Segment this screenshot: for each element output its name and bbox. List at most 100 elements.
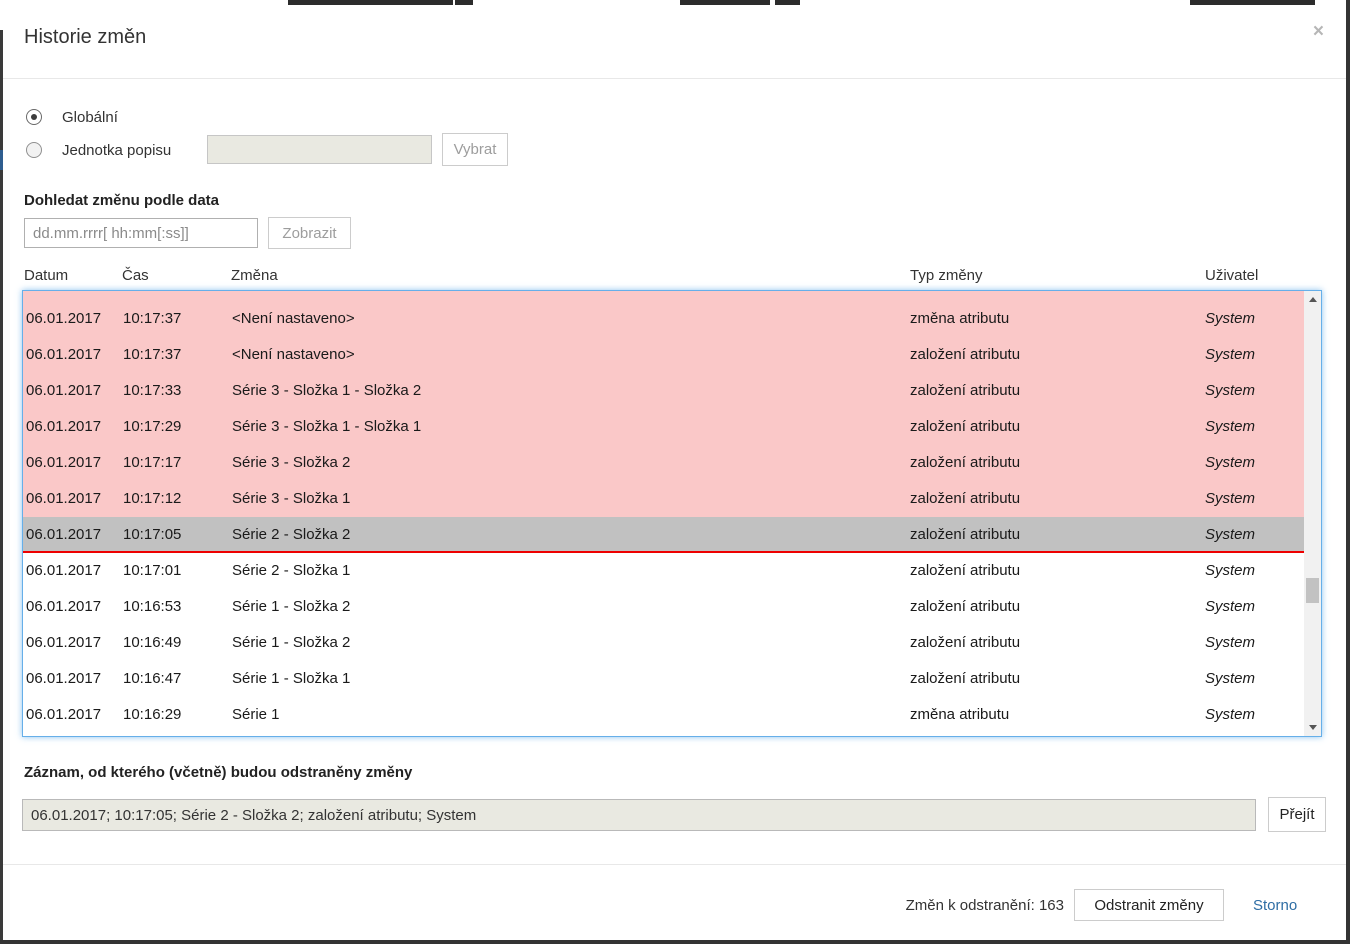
row-type: založení atributu — [910, 481, 1020, 517]
row-time: 10:17:12 — [123, 481, 181, 517]
row-change: Série 3 - Složka 2 — [232, 445, 350, 481]
row-change: Série 1 - Složka 2 — [232, 589, 350, 625]
background-top-fragment — [680, 0, 770, 5]
row-type: založení atributu — [910, 409, 1020, 445]
column-header-time: Čas — [122, 267, 149, 284]
row-date: 06.01.2017 — [26, 553, 101, 589]
row-change: Série 3 - Složka 1 — [232, 481, 350, 517]
row-time: 10:16:47 — [123, 661, 181, 697]
row-user: System — [1205, 589, 1255, 625]
scroll-up-button[interactable] — [1304, 291, 1321, 308]
row-user: System — [1205, 661, 1255, 697]
removal-record-input[interactable] — [22, 799, 1256, 831]
row-user: System — [1205, 553, 1255, 589]
show-button[interactable]: Zobrazit — [268, 217, 351, 249]
table-row[interactable]: 06.01.2017 10:16:47 Série 1 - Složka 1 z… — [23, 661, 1304, 697]
close-icon[interactable]: × — [1313, 22, 1324, 41]
row-user: System — [1205, 481, 1255, 517]
row-time: 10:16:53 — [123, 589, 181, 625]
row-time: 10:17:33 — [123, 373, 181, 409]
row-change: <Není nastaveno> — [232, 301, 355, 337]
scrollbar-thumb[interactable] — [1306, 578, 1319, 603]
changes-count-label: Změn k odstranění: — [906, 897, 1035, 914]
row-time: 10:17:37 — [123, 301, 181, 337]
row-date: 06.01.2017 — [26, 301, 101, 337]
background-top-fragment — [1190, 0, 1315, 5]
table-row[interactable]: 06.01.2017 10:17:37 <Není nastaveno> zal… — [23, 337, 1304, 373]
row-user: System — [1205, 697, 1255, 733]
history-dialog: Historie změn × Globální Jednotka popisu… — [0, 0, 1350, 944]
changes-count: Změn k odstranění: 163 — [906, 897, 1064, 914]
row-date: 06.01.2017 — [26, 481, 101, 517]
column-header-date: Datum — [24, 267, 68, 284]
radio-global[interactable]: Globální — [26, 108, 118, 126]
row-change: Série 3 - Složka 1 - Složka 1 — [232, 409, 421, 445]
background-top-fragment — [288, 0, 453, 5]
table-row[interactable]: 06.01.2017 10:17:33 Série 3 - Složka 1 -… — [23, 373, 1304, 409]
table-row[interactable]: 06.01.2017 10:17:29 Série 3 - Složka 1 -… — [23, 409, 1304, 445]
column-header-change: Změna — [231, 267, 278, 284]
table-row[interactable]: 06.01.2017 10:17:05 Série 2 - Složka 2 z… — [23, 517, 1304, 553]
row-type: založení atributu — [910, 445, 1020, 481]
radio-unit-circle[interactable] — [26, 142, 42, 158]
footer-divider — [0, 864, 1346, 865]
row-user: System — [1205, 409, 1255, 445]
row-time: 10:17:29 — [123, 409, 181, 445]
scroll-down-button[interactable] — [1304, 719, 1321, 736]
row-date: 06.01.2017 — [26, 625, 101, 661]
row-date: 06.01.2017 — [26, 409, 101, 445]
select-unit-button[interactable]: Vybrat — [442, 133, 508, 166]
table-row[interactable]: 06.01.2017 10:17:17 Série 3 - Složka 2 z… — [23, 445, 1304, 481]
row-user: System — [1205, 337, 1255, 373]
row-change: Série 1 — [232, 697, 280, 733]
row-user: System — [1205, 445, 1255, 481]
scroll-up-icon — [1309, 297, 1317, 302]
row-type: založení atributu — [910, 373, 1020, 409]
row-type: změna atributu — [910, 697, 1009, 733]
table-row[interactable]: 06.01.2017 10:17:12 Série 3 - Složka 1 z… — [23, 481, 1304, 517]
row-date: 06.01.2017 — [26, 445, 101, 481]
row-date: 06.01.2017 — [26, 697, 101, 733]
row-time: 10:17:05 — [123, 517, 181, 553]
removal-label: Záznam, od kterého (včetně) budou odstra… — [24, 764, 412, 781]
table-row[interactable]: 06.01.2017 10:16:49 Série 1 - Složka 2 z… — [23, 625, 1304, 661]
row-change: Série 2 - Složka 1 — [232, 553, 350, 589]
table-row[interactable]: 06.01.2017 10:17:01 Série 2 - Složka 1 z… — [23, 553, 1304, 589]
row-user: System — [1205, 301, 1255, 337]
table-row[interactable]: 06.01.2017 10:16:53 Série 1 - Složka 2 z… — [23, 589, 1304, 625]
row-change: <Není nastaveno> — [232, 337, 355, 373]
date-search-input[interactable] — [24, 218, 258, 248]
page-title: Historie změn — [24, 26, 146, 49]
row-time: 10:16:29 — [123, 697, 181, 733]
header-divider — [0, 78, 1350, 79]
go-to-button[interactable]: Přejít — [1268, 797, 1326, 832]
background-top-fragment — [775, 0, 800, 5]
row-time: 10:17:37 — [123, 337, 181, 373]
row-user: System — [1205, 625, 1255, 661]
partial-row — [23, 291, 1304, 301]
background-edge-bottom — [0, 940, 1350, 944]
row-type: založení atributu — [910, 517, 1020, 553]
cancel-link[interactable]: Storno — [1253, 897, 1297, 914]
table-row[interactable]: 06.01.2017 10:17:37 <Není nastaveno> změ… — [23, 301, 1304, 337]
row-change: Série 2 - Složka 2 — [232, 517, 350, 553]
background-edge-fragment — [0, 150, 3, 170]
changes-listbox[interactable]: 06.01.2017 10:17:37 <Není nastaveno> změ… — [22, 290, 1322, 737]
changes-rows: 06.01.2017 10:17:37 <Není nastaveno> změ… — [23, 291, 1304, 736]
radio-global-circle[interactable] — [26, 109, 42, 125]
row-time: 10:16:49 — [123, 625, 181, 661]
row-date: 06.01.2017 — [26, 337, 101, 373]
row-date: 06.01.2017 — [26, 661, 101, 697]
unit-input[interactable] — [207, 135, 432, 164]
row-time: 10:17:17 — [123, 445, 181, 481]
scrollbar[interactable] — [1304, 291, 1321, 736]
remove-changes-button[interactable]: Odstranit změny — [1074, 889, 1224, 921]
row-type: založení atributu — [910, 661, 1020, 697]
background-edge-right — [1346, 0, 1350, 944]
radio-unit[interactable]: Jednotka popisu — [26, 141, 171, 159]
row-date: 06.01.2017 — [26, 517, 101, 553]
row-type: založení atributu — [910, 625, 1020, 661]
table-row[interactable]: 06.01.2017 10:16:29 Série 1 změna atribu… — [23, 697, 1304, 733]
background-top-fragment — [455, 0, 473, 5]
row-change: Série 3 - Složka 1 - Složka 2 — [232, 373, 421, 409]
